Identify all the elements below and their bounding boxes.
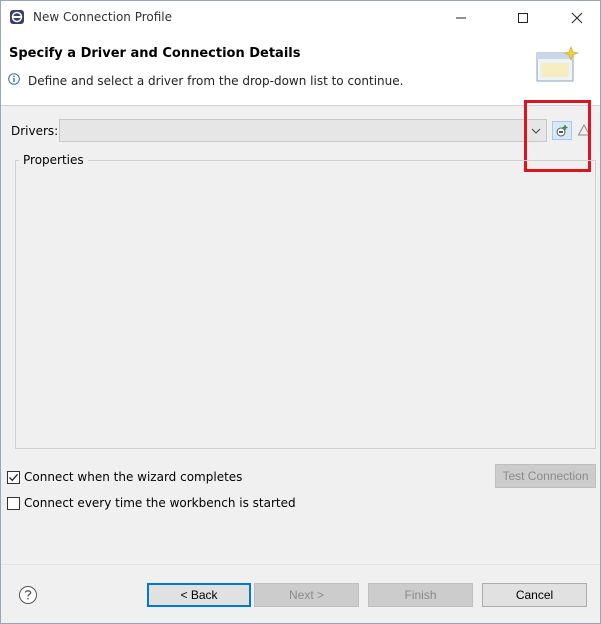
window-title: New Connection Profile	[33, 10, 173, 24]
next-button[interactable]: Next >	[254, 583, 359, 607]
close-button[interactable]	[554, 1, 600, 34]
cancel-button[interactable]: Cancel	[482, 583, 587, 607]
page-description: Define and select a driver from the drop…	[28, 74, 404, 88]
test-connection-button[interactable]: Test Connection	[495, 464, 596, 488]
connect-every-time-checkbox[interactable]	[7, 497, 20, 510]
wizard-banner-icon	[533, 43, 581, 87]
page-title: Specify a Driver and Connection Details	[9, 46, 301, 61]
back-button[interactable]: < Back	[147, 583, 251, 607]
properties-label: Properties	[19, 153, 88, 167]
connect-every-time-label[interactable]: Connect every time the workbench is star…	[24, 496, 296, 510]
connect-when-complete-checkbox[interactable]	[7, 471, 20, 484]
dialog-window: New Connection Profile Specify a Driver …	[0, 0, 601, 624]
properties-group	[15, 160, 596, 449]
eclipse-app-icon	[9, 9, 25, 25]
checkmark-icon	[9, 473, 18, 482]
finish-button[interactable]: Finish	[368, 583, 473, 607]
title-bar[interactable]: New Connection Profile	[1, 1, 600, 34]
minimize-button[interactable]	[438, 1, 484, 34]
info-icon	[8, 73, 20, 85]
drivers-label: Drivers:	[11, 124, 59, 138]
maximize-button[interactable]	[500, 1, 546, 34]
connect-when-complete-label[interactable]: Connect when the wizard completes	[24, 470, 242, 484]
wizard-header: Specify a Driver and Connection Details …	[1, 34, 600, 106]
drivers-dropdown[interactable]	[59, 119, 547, 142]
help-icon[interactable]	[18, 585, 38, 605]
footer-separator	[1, 564, 600, 565]
